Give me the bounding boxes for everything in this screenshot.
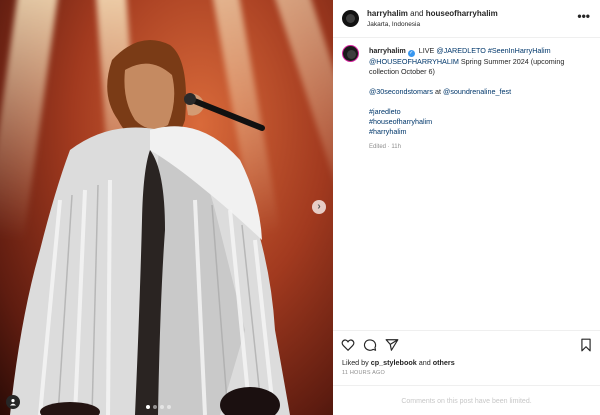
header-usernames: harryhalim and houseofharryhalim <box>367 9 498 18</box>
carousel-dot <box>167 405 171 409</box>
carousel-dot <box>146 405 150 409</box>
liked-by-user-link[interactable]: cp_stylebook <box>371 358 417 367</box>
location-link[interactable]: Jakarta, Indonesia <box>367 21 420 28</box>
chevron-right-icon[interactable]: › <box>312 200 326 214</box>
hashtag-link[interactable]: #SeenInHarryHalim <box>488 46 551 55</box>
post-media[interactable]: › <box>0 0 333 415</box>
edited-timestamp: Edited · 11h <box>369 144 401 150</box>
hashtag-link[interactable]: #jaredleto <box>369 107 591 117</box>
caption-text: harryhalim ✓ LIVE @JAREDLETO #SeenInHarry… <box>369 46 591 152</box>
and-text: and <box>410 9 424 18</box>
action-bar <box>333 330 600 356</box>
share-icon[interactable] <box>385 338 399 352</box>
heart-icon[interactable] <box>341 338 355 352</box>
comments-limited-notice: Comments on this post have been limited. <box>401 398 532 405</box>
likes-others-link[interactable]: others <box>433 358 455 367</box>
likes-prefix: Liked by <box>342 358 369 367</box>
hashtag-link[interactable]: #harryhalim <box>369 127 591 137</box>
caption-live: LIVE <box>418 46 435 55</box>
comment-icon[interactable] <box>363 338 377 352</box>
avatar[interactable] <box>342 45 359 62</box>
carousel-dot <box>153 405 157 409</box>
likes-and: and <box>418 358 431 367</box>
user-tag-icon[interactable] <box>6 395 20 409</box>
comment-footer: Comments on this post have been limited. <box>333 385 600 415</box>
username-link[interactable]: harryhalim <box>367 9 408 18</box>
username-link[interactable]: houseofharryhalim <box>426 9 498 18</box>
mention-link[interactable]: @JAREDLETO <box>436 46 486 55</box>
carousel-dot <box>160 405 164 409</box>
hashtag-link[interactable]: #houseofharryhalim <box>369 117 591 127</box>
avatar[interactable] <box>342 10 359 27</box>
post-timestamp[interactable]: 11 HOURS AGO <box>342 370 385 376</box>
post-header: harryhalim and houseofharryhalim Jakarta… <box>333 0 600 38</box>
caption-at: at <box>435 87 442 96</box>
likes-summary: Liked by cp_stylebook and others <box>342 358 455 367</box>
verified-icon: ✓ <box>407 50 415 57</box>
caption-username[interactable]: harryhalim <box>369 46 406 55</box>
post-panel: harryhalim and houseofharryhalim Jakarta… <box>333 0 600 415</box>
mention-link[interactable]: @HOUSEOFHARRYHALIM <box>369 57 459 66</box>
carousel-dots <box>146 405 171 409</box>
mention-link[interactable]: @30secondstomars <box>369 87 433 96</box>
caption-area: harryhalim ✓ LIVE @JAREDLETO #SeenInHarry… <box>333 38 600 326</box>
bookmark-icon[interactable] <box>579 338 593 352</box>
mention-link[interactable]: @soundrenaline_fest <box>443 87 511 96</box>
more-icon[interactable]: ••• <box>577 10 590 22</box>
performer-image <box>10 40 290 415</box>
